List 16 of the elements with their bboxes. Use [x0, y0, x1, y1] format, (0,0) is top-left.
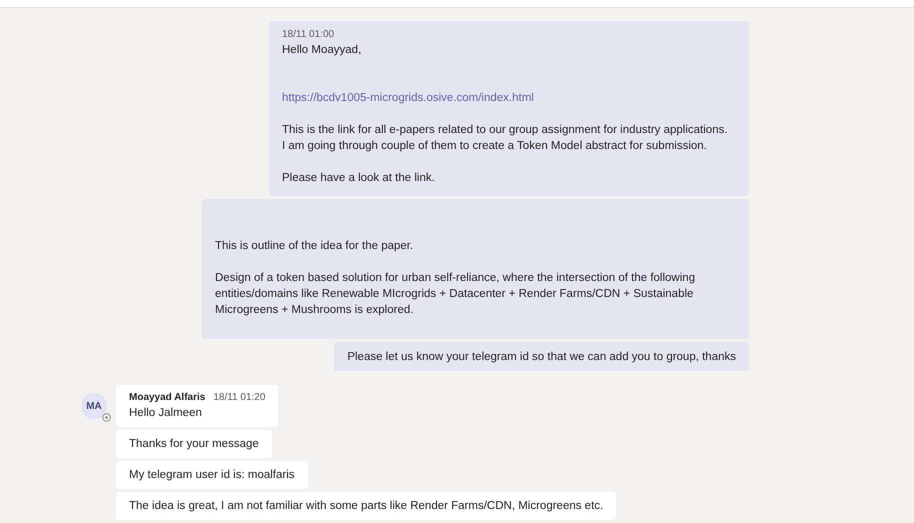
- message-text: Hello Jalmeen: [129, 406, 203, 421]
- message-text: The idea is great, I am not familiar with some parts like Render Farms/CDN, Microgreens etc.: [129, 499, 604, 514]
- message-text: This is outline of the idea for the paper.: [215, 239, 414, 254]
- avatar[interactable]: MA: [81, 393, 107, 419]
- message-time: 18/11 01:00: [282, 28, 334, 42]
- message-text: Please have a look at the link.: [282, 171, 435, 186]
- message-text: This is the link for all e-papers related to our group assignment for industry applications. I am going through couple of them to create a Token Model abstract for submission.: [282, 123, 728, 154]
- message-time: 18/11 01:20: [213, 391, 266, 405]
- message-text: Thanks for your message: [129, 437, 259, 452]
- message-text: Design of a token based solution for urban self-reliance, where the intersection of the following entities/domains like Renewable MIcrogrids + Datacenter + Render Farms/CDN + Sustainable Microgreens + Mushrooms is explored.: [215, 271, 696, 318]
- message-text: My telegram user id is: moalfaris: [129, 468, 295, 483]
- status-icon: [102, 413, 111, 422]
- message-text: Please let us know your telegram id so that we can add you to group, thanks: [347, 350, 736, 365]
- message-link[interactable]: https://bcdv1005-microgrids.osive.com/index.html: [282, 90, 534, 106]
- sender-name: Moayyad Alfaris: [129, 391, 206, 405]
- message-text: Hello Moayyad,: [282, 43, 362, 58]
